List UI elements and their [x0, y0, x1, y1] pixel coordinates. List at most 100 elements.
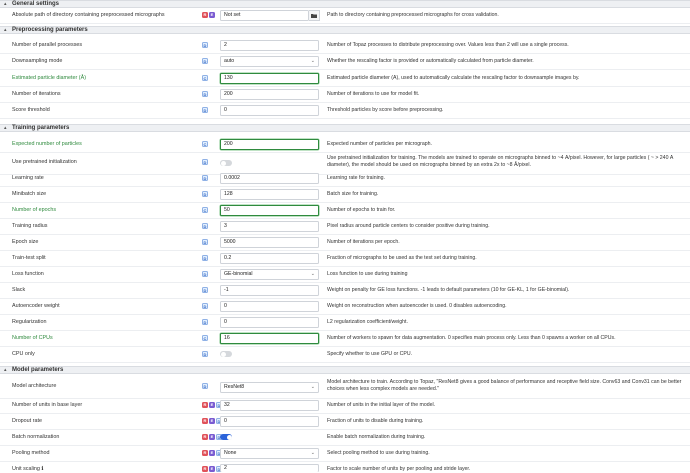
param-label: Number of units in base layer — [12, 402, 83, 408]
param-label: Batch normalization — [12, 434, 60, 440]
number-input[interactable]: 2 — [220, 40, 319, 51]
param-description: Estimated particle diameter (Å), used to… — [327, 75, 580, 81]
param-description: Expected number of particles per microgr… — [327, 141, 432, 147]
expert-badge: E — [209, 12, 215, 18]
expert-badge: E — [209, 402, 215, 408]
param-badges: D — [202, 58, 208, 64]
param-label: Epoch size — [12, 239, 39, 245]
select-dropdown[interactable]: ResNet8 ⌄ — [220, 382, 319, 393]
path-input[interactable]: Not set — [220, 10, 309, 21]
param-description: Model architecture to train. According t… — [327, 379, 682, 392]
number-input[interactable]: 3 — [220, 221, 319, 232]
number-input[interactable]: 0 — [220, 105, 319, 116]
custom-badge: C — [202, 141, 208, 147]
param-label: Number of CPUs — [12, 335, 53, 341]
custom-badge: C — [202, 75, 208, 81]
param-label: Score threshold — [12, 107, 50, 113]
default-badge: D — [202, 239, 208, 245]
number-input[interactable]: 2 — [220, 464, 319, 472]
param-label: Regularization — [12, 319, 47, 325]
toggle-knob — [220, 160, 226, 166]
param-label: Learning rate — [12, 175, 44, 181]
param-badges: D — [202, 159, 208, 165]
select-value: GE-binomial — [224, 271, 253, 277]
param-badges: C — [202, 207, 208, 213]
default-badge: D — [202, 191, 208, 197]
default-badge: D — [202, 383, 208, 389]
pretrained-toggle[interactable] — [220, 160, 232, 166]
info-icon[interactable]: ℹ — [41, 466, 43, 472]
param-label: Pooling method — [12, 450, 50, 456]
expert-badge: E — [209, 418, 215, 424]
param-label: Slack — [12, 287, 26, 293]
param-description: Fraction of units to disable during trai… — [327, 418, 424, 424]
expert-badge: E — [209, 434, 215, 440]
default-badge: D — [202, 287, 208, 293]
param-label: CPU only — [12, 351, 35, 357]
number-input[interactable]: 50 — [220, 205, 319, 216]
section-training[interactable]: ▴ Training parameters — [0, 124, 690, 132]
param-label: Unit scaling ℹ — [12, 466, 44, 472]
param-description: Number of iterations to use for model fi… — [327, 91, 420, 97]
number-input[interactable]: 5000 — [220, 237, 319, 248]
batch-norm-toggle[interactable] — [220, 434, 232, 440]
param-label: Downsampling mode — [12, 58, 63, 64]
toggle-knob — [226, 434, 232, 440]
select-dropdown[interactable]: GE-binomial ⌄ — [220, 269, 319, 280]
number-input[interactable]: 0.2 — [220, 253, 319, 264]
custom-badge: C — [202, 335, 208, 341]
folder-icon — [311, 14, 317, 18]
param-description: L2 regularization coefficient/weight. — [327, 319, 408, 325]
param-badges: D — [202, 91, 208, 97]
param-row: Downsampling mode D auto ⌄ Whether the re… — [0, 54, 690, 70]
number-input[interactable]: 0.0002 — [220, 173, 319, 184]
default-badge: D — [202, 271, 208, 277]
folder-browse-button[interactable] — [309, 10, 320, 21]
select-dropdown[interactable]: auto ⌄ — [220, 56, 319, 67]
chevron-up-icon: ▴ — [4, 27, 7, 33]
section-general[interactable]: ▴ General settings — [0, 0, 690, 8]
param-row: Pooling method R E D None ⌄ Select poolin… — [0, 446, 690, 462]
number-input[interactable]: 128 — [220, 189, 319, 200]
number-input[interactable]: 0 — [220, 317, 319, 328]
param-badges: R E — [202, 12, 215, 18]
default-badge: D — [202, 91, 208, 97]
number-input[interactable]: 130 — [220, 73, 319, 84]
section-model[interactable]: ▴ Model parameters — [0, 366, 690, 374]
chevron-down-icon: ⌄ — [310, 450, 315, 456]
number-input[interactable]: 0 — [220, 301, 319, 312]
param-label: Absolute path of directory containing pr… — [12, 12, 165, 18]
param-description: Use pretrained initialization for traini… — [327, 155, 674, 168]
select-value: None — [224, 450, 237, 456]
param-badges: D — [202, 223, 208, 229]
number-input[interactable]: 32 — [220, 400, 319, 411]
param-label: Training radius — [12, 223, 48, 229]
param-row: Model architecture D ResNet8 ⌄ Model arch… — [0, 377, 690, 399]
param-label: Number of iterations — [12, 91, 61, 97]
chevron-down-icon: ⌄ — [310, 58, 315, 64]
number-input[interactable]: 200 — [220, 139, 319, 150]
param-badges: R E D — [202, 434, 222, 440]
number-input[interactable]: 200 — [220, 89, 319, 100]
default-badge: D — [202, 58, 208, 64]
param-row: Autoencoder weight D 0 Weight on reconst… — [0, 299, 690, 315]
param-description: Whether the rescaling factor is provided… — [327, 58, 534, 64]
number-input[interactable]: 0 — [220, 416, 319, 427]
param-badges: R E D — [202, 450, 222, 456]
param-row: Train-test split D 0.2 Fraction of micro… — [0, 251, 690, 267]
param-badges: D — [202, 239, 208, 245]
param-badges: D — [202, 383, 208, 389]
number-input[interactable]: -1 — [220, 285, 319, 296]
param-badges: D — [202, 191, 208, 197]
select-dropdown[interactable]: None ⌄ — [220, 448, 319, 459]
default-badge: D — [202, 319, 208, 325]
param-row: Score threshold D 0 Threshold particles … — [0, 103, 690, 119]
param-row: Number of units in base layer R E D 32 N… — [0, 398, 690, 414]
param-label: Model architecture — [12, 383, 57, 389]
cpu-only-toggle[interactable] — [220, 351, 232, 357]
select-value: ResNet8 — [224, 384, 245, 390]
section-preprocessing[interactable]: ▴ Preprocessing parameters — [0, 26, 690, 34]
param-label: Dropout rate — [12, 418, 42, 424]
default-badge: D — [202, 303, 208, 309]
number-input[interactable]: 16 — [220, 333, 319, 344]
